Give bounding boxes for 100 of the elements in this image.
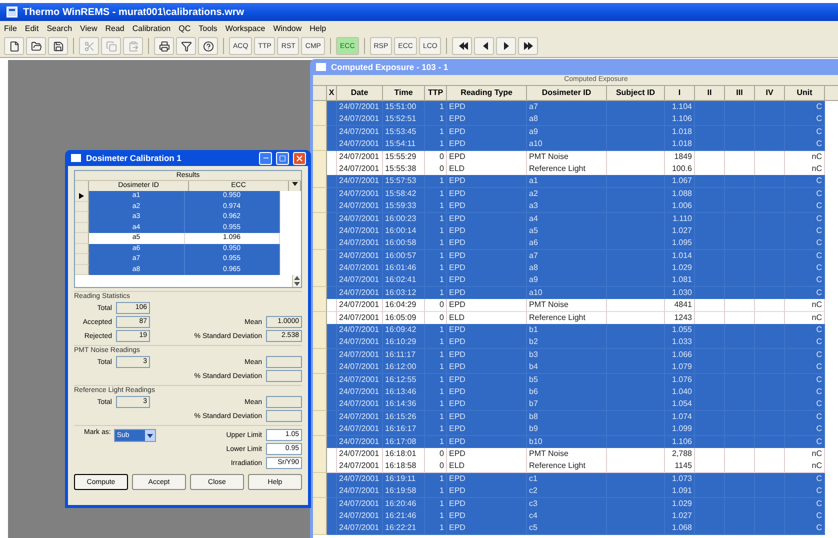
table-cell: a7 <box>527 250 607 263</box>
table-cell: C <box>785 274 825 288</box>
table-cell: 1.066 <box>665 348 695 362</box>
table-cell: 15:52:51 <box>383 113 425 126</box>
table-cell: C <box>785 250 825 263</box>
table-cell: nC <box>785 448 825 461</box>
table-cell: 24/07/2001 <box>337 472 383 486</box>
mean-field <box>266 396 302 408</box>
menu-item[interactable]: Edit <box>24 24 39 32</box>
print-button[interactable] <box>154 37 174 55</box>
table-cell: 1 <box>425 510 447 523</box>
table-cell: 1.055 <box>665 324 695 338</box>
table-cell: EPD <box>447 126 527 139</box>
table-cell: C <box>785 324 825 338</box>
menu-item[interactable]: Search <box>46 24 72 32</box>
table-cell: a1 <box>527 175 607 188</box>
table-cell: 24/07/2001 <box>337 460 383 474</box>
table-cell: 1.106 <box>665 436 695 449</box>
table-cell: 24/07/2001 <box>337 324 383 338</box>
help-button[interactable] <box>198 37 218 55</box>
table-cell: 1 <box>425 498 447 510</box>
column-header[interactable]: Time <box>383 86 425 100</box>
table-cell: 1 <box>425 348 447 362</box>
column-header[interactable]: Date <box>337 86 383 100</box>
table-cell: 24/07/2001 <box>337 510 383 523</box>
column-header[interactable]: II <box>695 86 725 100</box>
table-cell: EPD <box>447 485 527 498</box>
table-cell: nC <box>785 460 825 474</box>
table-cell: 15:58:42 <box>383 188 425 201</box>
maximize-button[interactable] <box>276 152 289 164</box>
last-button[interactable] <box>518 37 538 55</box>
menu-item[interactable]: Help <box>310 24 326 32</box>
menu-item[interactable]: Calibration <box>132 24 171 32</box>
table-cell: a4 <box>527 212 607 226</box>
new-file-button[interactable] <box>4 37 24 55</box>
minimize-button[interactable] <box>259 152 272 164</box>
table-cell: a8 <box>527 113 607 126</box>
folder-button[interactable] <box>26 37 46 55</box>
table-cell: 16:20:46 <box>383 498 425 510</box>
menu-item[interactable]: Tools <box>198 24 218 32</box>
column-header[interactable]: Subject ID <box>607 86 665 100</box>
column-header[interactable]: TTP <box>425 86 447 100</box>
paste-button[interactable] <box>123 37 143 55</box>
table-cell: EPD <box>447 299 527 312</box>
window-icon <box>315 61 327 73</box>
table-cell: 1.081 <box>665 274 695 288</box>
column-header[interactable]: I <box>665 86 695 100</box>
table-cell: EPD <box>447 423 527 436</box>
table-cell: 1 <box>425 324 447 338</box>
column-header[interactable]: Unit <box>785 86 825 100</box>
scrollbar[interactable] <box>292 275 301 287</box>
table-cell: EPD <box>447 472 527 486</box>
table-cell: 24/07/2001 <box>337 162 383 176</box>
table-cell: 16:13:46 <box>383 386 425 399</box>
menu-item[interactable]: View <box>80 24 98 32</box>
table-cell: C <box>785 374 825 387</box>
menu-item[interactable]: Read <box>105 24 124 32</box>
menu-item[interactable]: File <box>4 24 17 32</box>
column-header[interactable]: III <box>725 86 755 100</box>
table-cell: 1 <box>425 423 447 436</box>
table-cell: 24/07/2001 <box>337 237 383 250</box>
column-header[interactable]: Reading Type <box>447 86 527 100</box>
table-cell: 1.095 <box>665 237 695 250</box>
close-button[interactable] <box>293 152 306 164</box>
table-cell: c5 <box>527 522 607 536</box>
table-cell: b1 <box>527 324 607 338</box>
menu-item[interactable]: Workspace <box>225 24 266 32</box>
menu-item[interactable]: QC <box>178 24 191 32</box>
previous-button[interactable] <box>474 37 494 55</box>
table-cell: EPD <box>447 386 527 399</box>
column-header[interactable]: X <box>327 86 337 100</box>
table-cell: 16:16:17 <box>383 423 425 436</box>
table-cell: PMT Noise <box>527 448 607 461</box>
row-header[interactable] <box>75 191 89 202</box>
table-cell: a5 <box>527 224 607 238</box>
cut-button[interactable] <box>79 37 99 55</box>
table-cell: 15:51:00 <box>383 101 425 114</box>
table-cell: 24/07/2001 <box>337 386 383 399</box>
table-cell: EPD <box>447 522 527 536</box>
save-button[interactable] <box>48 37 68 55</box>
table-cell: C <box>785 113 825 126</box>
table-cell: a7 <box>527 101 607 114</box>
next-button[interactable] <box>496 37 516 55</box>
first-button[interactable] <box>452 37 472 55</box>
table-cell: PMT Noise <box>527 150 607 164</box>
table-cell: 15:53:45 <box>383 126 425 139</box>
table-cell: 100.6 <box>665 162 695 176</box>
table-cell: 16:11:17 <box>383 348 425 362</box>
table-cell: ELD <box>447 312 527 325</box>
copy-button[interactable] <box>101 37 121 55</box>
column-header[interactable]: IV <box>755 86 785 100</box>
filter-button[interactable] <box>176 37 196 55</box>
table-cell: EPD <box>447 224 527 238</box>
table-cell: 15:55:38 <box>383 162 425 176</box>
menu-item[interactable]: Window <box>273 24 302 32</box>
table-cell: 16:17:08 <box>383 436 425 449</box>
table-cell: 16:00:57 <box>383 250 425 263</box>
table-cell: a6 <box>527 237 607 250</box>
column-header[interactable]: Dosimeter ID <box>527 86 607 100</box>
table-cell: 1 <box>425 410 447 424</box>
